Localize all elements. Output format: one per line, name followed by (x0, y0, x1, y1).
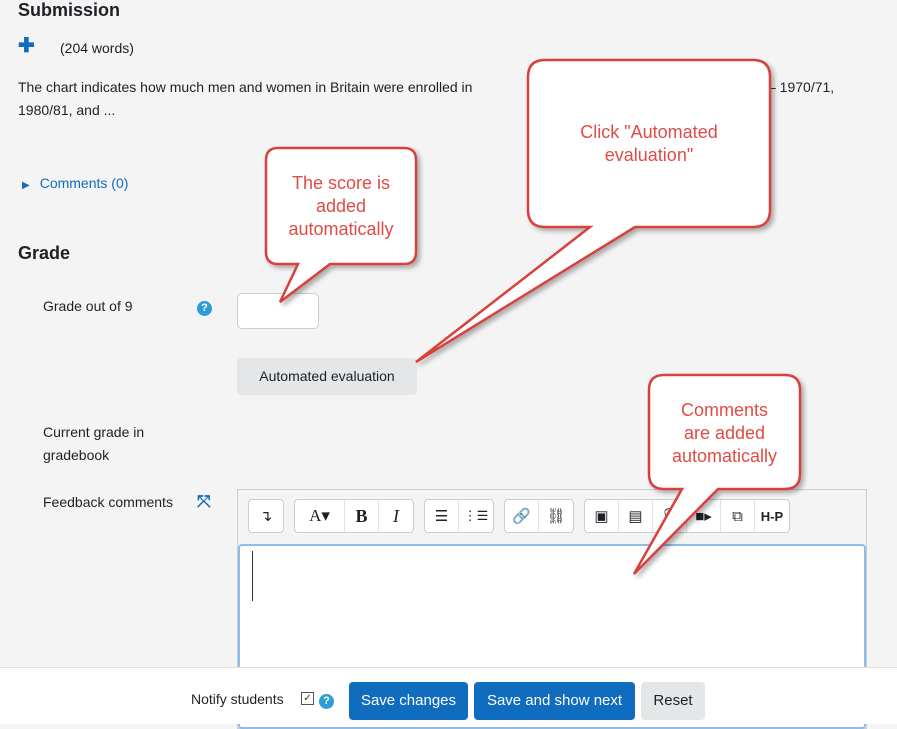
comments-toggle[interactable]: ▶ Comments (0) (22, 175, 128, 191)
h5p-icon[interactable]: H-P (755, 500, 789, 532)
media-icon[interactable]: ▤ (619, 500, 653, 532)
score-callout-bubble (264, 146, 418, 303)
automated-callout-line1: Click "Automated (580, 122, 718, 142)
record-video-icon[interactable]: ■▸ (687, 500, 721, 532)
submission-text-line1-end: – 1970/71, (768, 79, 835, 95)
grade-heading: Grade (18, 243, 71, 263)
comments-callout-line2: are added (683, 423, 766, 443)
submission-heading: Submission (18, 0, 121, 20)
unordered-list-icon[interactable]: ☰ (425, 500, 459, 532)
unlink-icon[interactable]: ⛓ (539, 500, 573, 532)
editor-toolbar: ↴ A▾ B I ☰ ⋮☰ 🔗 ⛓ ▣ ▤ 🎙 ■▸ ⧉ H-P (248, 499, 790, 533)
score-callout-line1: The score is (291, 173, 391, 193)
automated-evaluation-button[interactable]: Automated evaluation (237, 358, 417, 395)
current-grade-label-line2: gradebook (43, 447, 110, 463)
score-callout-text: The score is added automatically (266, 172, 416, 241)
expand-plus-icon[interactable]: ✚ (18, 36, 35, 56)
grade-label: Grade out of 9 (43, 298, 133, 314)
record-audio-icon[interactable]: 🎙 (653, 500, 687, 532)
notify-students-checkbox[interactable]: ✓ (301, 692, 314, 705)
save-changes-button[interactable]: Save changes (349, 682, 468, 720)
score-callout-line2: added (315, 196, 367, 216)
notify-help-icon[interactable]: ? (319, 694, 334, 709)
text-cursor (252, 551, 253, 601)
link-icon[interactable]: 🔗 (505, 500, 539, 532)
automated-callout-text: Click "Automated evaluation" (528, 121, 770, 167)
automated-callout-bubble (415, 58, 772, 364)
reset-button[interactable]: Reset (641, 682, 705, 720)
comments-callout-text: Comments are added automatically (649, 399, 800, 468)
feedback-label: Feedback comments (43, 494, 173, 510)
italic-icon[interactable]: I (379, 500, 413, 532)
notify-students-label: Notify students (191, 691, 284, 707)
current-grade-label-line1: Current grade in (43, 424, 145, 440)
indent-icon[interactable]: ↴ (249, 500, 283, 532)
caret-right-icon: ▶ (22, 180, 30, 191)
fullscreen-expand-icon[interactable]: ⤧ (197, 492, 211, 512)
score-callout-line3: automatically (288, 219, 394, 239)
save-and-show-next-button[interactable]: Save and show next (474, 682, 635, 720)
comments-callout-line3: automatically (671, 446, 778, 466)
font-style-icon[interactable]: A▾ (295, 500, 345, 532)
copy-icon[interactable]: ⧉ (721, 500, 755, 532)
comments-callout-line1: Comments (680, 400, 769, 420)
comments-label: Comments (0) (39, 175, 129, 191)
image-icon[interactable]: ▣ (585, 500, 619, 532)
automated-callout-line2: evaluation" (604, 145, 694, 165)
word-count: (204 words) (60, 40, 134, 56)
submission-text-line1: The chart indicates how much men and wom… (18, 79, 473, 95)
grade-input[interactable] (237, 293, 319, 329)
help-icon[interactable]: ? (197, 301, 212, 316)
submission-text-line2: 1980/81, and ... (18, 102, 116, 118)
ordered-list-icon[interactable]: ⋮☰ (459, 500, 493, 532)
bold-icon[interactable]: B (345, 500, 379, 532)
